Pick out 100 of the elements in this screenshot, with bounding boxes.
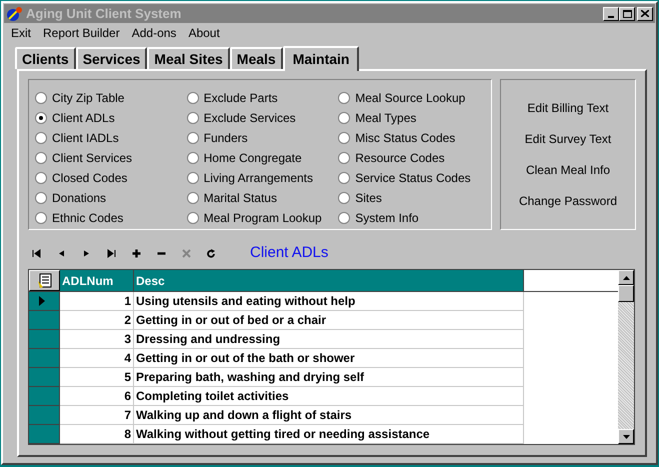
radio-button[interactable] bbox=[186, 92, 199, 104]
table-cell: Preparing bath, washing and drying self bbox=[134, 368, 524, 387]
scroll-thumb[interactable] bbox=[618, 285, 634, 302]
tab[interactable]: Clients bbox=[15, 47, 76, 69]
radio-button[interactable] bbox=[35, 192, 47, 204]
row-selector[interactable] bbox=[29, 311, 60, 330]
table-cell: 5 bbox=[60, 368, 134, 387]
radio-button[interactable] bbox=[338, 112, 350, 124]
radio-button[interactable] bbox=[35, 212, 47, 224]
x-icon bbox=[182, 248, 191, 258]
radio-button[interactable] bbox=[338, 172, 350, 184]
radio-button[interactable] bbox=[35, 132, 47, 144]
option-label: Client ADLs bbox=[52, 110, 115, 126]
tab[interactable]: Meals bbox=[230, 47, 283, 69]
radio-button[interactable] bbox=[35, 112, 47, 124]
toolbar-button[interactable] bbox=[30, 246, 43, 260]
option-label: Exclude Parts bbox=[204, 90, 278, 106]
action-button[interactable]: Edit Survey Text bbox=[522, 130, 614, 148]
document-icon bbox=[36, 272, 52, 288]
action-button[interactable]: Change Password bbox=[516, 192, 620, 210]
last-icon bbox=[107, 248, 116, 258]
option-label: Sites bbox=[355, 190, 382, 206]
refresh-icon bbox=[207, 248, 216, 258]
option-label: Service Status Codes bbox=[355, 170, 471, 186]
radio-button[interactable] bbox=[186, 172, 199, 184]
option-label: Client Services bbox=[52, 150, 132, 166]
menu-item[interactable]: About bbox=[188, 24, 220, 42]
row-selector[interactable] bbox=[29, 387, 60, 406]
radio-button[interactable] bbox=[186, 212, 199, 224]
row-selector[interactable] bbox=[29, 330, 60, 349]
minimize-icon bbox=[608, 16, 614, 18]
table-cell: 3 bbox=[60, 330, 134, 349]
up-arrow-icon bbox=[622, 276, 630, 280]
action-button[interactable]: Edit Billing Text bbox=[525, 99, 611, 117]
table-cell: Walking without getting tired or needing assistance bbox=[134, 425, 524, 444]
first-icon bbox=[32, 248, 41, 258]
table-cell: 2 bbox=[60, 311, 134, 330]
toolbar-button[interactable] bbox=[205, 246, 218, 260]
action-button[interactable]: Clean Meal Info bbox=[524, 161, 612, 179]
radio-button[interactable] bbox=[338, 132, 350, 144]
table-cell: 6 bbox=[60, 387, 134, 406]
corner-button[interactable] bbox=[29, 270, 60, 291]
radio-button[interactable] bbox=[338, 92, 350, 104]
maximize-icon bbox=[622, 10, 632, 18]
table-cell: Getting in or out of bed or a chair bbox=[134, 311, 524, 330]
table-cell: 8 bbox=[60, 425, 134, 444]
close-icon bbox=[641, 10, 649, 17]
radio-button[interactable] bbox=[338, 212, 350, 224]
option-label: Donations bbox=[52, 190, 106, 206]
table-title: Client ADLs bbox=[250, 242, 328, 263]
option-label: Home Congregate bbox=[204, 150, 302, 166]
current-row-icon bbox=[39, 296, 45, 306]
menu-item[interactable]: Exit bbox=[11, 24, 32, 42]
minimize-button[interactable] bbox=[603, 6, 619, 20]
scroll-down-button[interactable] bbox=[618, 429, 634, 444]
option-label: Closed Codes bbox=[52, 170, 128, 186]
option-label: Living Arrangements bbox=[204, 170, 314, 186]
table-cell: Walking up and down a flight of stairs bbox=[134, 406, 524, 425]
radio-button[interactable] bbox=[338, 192, 350, 204]
menu-item[interactable]: Add-ons bbox=[132, 24, 176, 42]
table-cell: 1 bbox=[60, 292, 134, 311]
down-arrow-icon bbox=[622, 434, 630, 438]
radio-button[interactable] bbox=[186, 152, 199, 164]
column-header[interactable]: ADLNum bbox=[60, 270, 134, 291]
table-cell: Using utensils and eating without help bbox=[134, 292, 524, 311]
radio-button[interactable] bbox=[35, 152, 47, 164]
radio-button[interactable] bbox=[35, 172, 47, 184]
next-icon bbox=[82, 248, 91, 258]
app-icon bbox=[6, 6, 23, 22]
option-label: System Info bbox=[355, 210, 419, 226]
radio-button[interactable] bbox=[186, 112, 199, 124]
radio-button[interactable] bbox=[186, 192, 199, 204]
scroll-up-button[interactable] bbox=[618, 270, 634, 285]
tab[interactable]: Maintain bbox=[282, 46, 360, 71]
column-header[interactable]: Desc bbox=[134, 270, 524, 291]
tab[interactable]: Services bbox=[76, 47, 148, 69]
option-label: Exclude Services bbox=[204, 110, 296, 126]
scrollbar[interactable] bbox=[618, 270, 634, 444]
option-label: Marital Status bbox=[204, 190, 277, 206]
option-label: Resource Codes bbox=[355, 150, 445, 166]
option-label: Meal Types bbox=[355, 110, 416, 126]
close-button[interactable] bbox=[637, 6, 653, 20]
radio-button[interactable] bbox=[35, 92, 47, 104]
maximize-button[interactable] bbox=[619, 6, 635, 20]
tab[interactable]: Meal Sites bbox=[147, 47, 230, 69]
window-title: Aging Unit Client System bbox=[26, 4, 182, 23]
row-selector[interactable] bbox=[29, 425, 60, 444]
toolbar-button[interactable] bbox=[105, 246, 118, 260]
row-selector[interactable] bbox=[29, 368, 60, 387]
table-cell: 7 bbox=[60, 406, 134, 425]
table-cell: Getting in or out of the bath or shower bbox=[134, 349, 524, 368]
radio-button[interactable] bbox=[186, 132, 199, 144]
option-label: Misc Status Codes bbox=[355, 130, 456, 146]
row-selector[interactable] bbox=[29, 406, 60, 425]
radio-button[interactable] bbox=[338, 152, 350, 164]
row-selector[interactable] bbox=[29, 349, 60, 368]
option-label: Ethnic Codes bbox=[52, 210, 124, 226]
menu-item[interactable]: Report Builder bbox=[43, 24, 120, 42]
row-selector[interactable] bbox=[29, 292, 60, 311]
option-label: Client IADLs bbox=[52, 130, 119, 146]
